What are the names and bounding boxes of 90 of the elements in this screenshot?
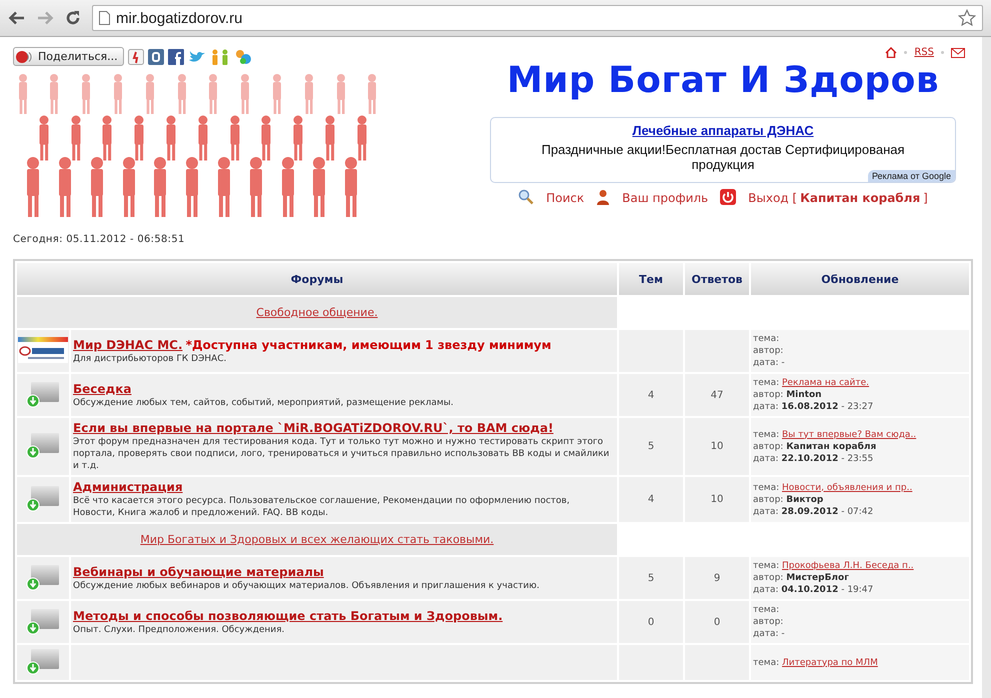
reply-count: 10 bbox=[710, 441, 724, 452]
user-menu-link[interactable]: Поиск bbox=[546, 189, 584, 205]
last-topic-link[interactable]: Реклама на сайте. bbox=[782, 378, 870, 388]
forum-title-link[interactable]: Беседка bbox=[73, 382, 132, 396]
topic-count: 5 bbox=[648, 441, 654, 452]
user-icon bbox=[596, 189, 610, 205]
ad-badge: Реклама от Google bbox=[868, 170, 955, 182]
update-label: дата: bbox=[753, 454, 779, 464]
update-label: автор: bbox=[753, 573, 784, 583]
forum-logo-image bbox=[18, 336, 68, 362]
last-author: Виктор bbox=[786, 494, 824, 504]
topic-count: 4 bbox=[648, 494, 654, 505]
forum-title-link[interactable]: Мир DЭНАС МС. bbox=[73, 338, 183, 352]
update-label: дата: bbox=[753, 402, 779, 412]
back-icon[interactable] bbox=[8, 10, 26, 26]
last-author: Капитан корабля bbox=[786, 442, 876, 452]
last-author: МистерБлог bbox=[786, 573, 849, 583]
category-link[interactable]: Свободное общение. bbox=[256, 306, 378, 319]
social-icon[interactable] bbox=[148, 48, 164, 64]
reply-count: 47 bbox=[710, 390, 724, 400]
ad-title-link[interactable]: Лечебные аппараты ДЭНАС bbox=[632, 123, 814, 138]
update-label: тема: bbox=[753, 482, 780, 492]
column-header: Ответов bbox=[685, 263, 749, 295]
reload-icon[interactable] bbox=[64, 9, 82, 27]
last-topic-link[interactable]: Новости, объявления и пр.. bbox=[782, 482, 912, 492]
reply-count: 10 bbox=[710, 494, 724, 505]
last-topic-link[interactable]: Вы тут впервые? Вам сюда.. bbox=[782, 430, 916, 440]
update-label: автор: bbox=[753, 390, 784, 400]
speaker-icon bbox=[16, 50, 32, 64]
forum-title-link[interactable]: Администрация bbox=[73, 480, 183, 494]
power-icon bbox=[720, 189, 736, 205]
column-header: Форумы bbox=[17, 263, 617, 295]
forum-title-link[interactable]: Вебинары и обучающие материалы bbox=[73, 564, 324, 578]
search-icon bbox=[518, 189, 534, 205]
ad-text: Праздничные акции!Бесплатная достав Сертифицированая продукция bbox=[540, 142, 906, 172]
share-button[interactable]: Поделиться... bbox=[13, 47, 124, 66]
last-author: Minton bbox=[786, 390, 822, 400]
update-label: автор: bbox=[753, 494, 784, 504]
page-icon bbox=[99, 11, 110, 25]
update-label: дата: - bbox=[753, 358, 785, 368]
last-date: 04.10.2012 - 19:47 bbox=[781, 585, 874, 595]
topic-count: 0 bbox=[648, 616, 654, 628]
social-icon[interactable] bbox=[168, 48, 184, 64]
site-title: Мир Богат И Здоров bbox=[506, 60, 940, 101]
forum-description: Всё что касается этого ресурса. Пользовательское соглашение, Рекомендации по оформлению постов, Новости, Книга жалоб и предложений. FAQ. BB коды. bbox=[73, 495, 571, 519]
forum-title-link[interactable]: Если вы впервые на портале `MiR.BOGATiZDOROV.RU`, то ВАМ сюда! bbox=[73, 421, 554, 435]
update-label: автор: bbox=[753, 442, 784, 452]
update-label: тема: bbox=[753, 561, 780, 571]
update-label: дата: - bbox=[753, 629, 785, 639]
social-icon[interactable] bbox=[128, 48, 144, 64]
reply-count: 0 bbox=[714, 616, 720, 628]
current-date: Сегодня: 05.11.2012 - 06:58:51 bbox=[13, 234, 186, 245]
chat-people-icon[interactable] bbox=[234, 48, 252, 64]
last-topic-link[interactable]: Литература по МЛМ bbox=[782, 658, 878, 668]
update-label: дата: bbox=[753, 585, 779, 595]
forum-description: Обсуждение любых вебинаров и обучающих материалов. Объявления и приглашения к участию. bbox=[73, 580, 540, 592]
update-label: автор: bbox=[753, 346, 784, 356]
user-menu-link[interactable]: Выход [Капитан корабля] bbox=[748, 189, 928, 205]
update-label: тема: bbox=[753, 334, 780, 344]
access-note: *Доступна участникам, имеющим 1 звезду минимум bbox=[186, 338, 552, 352]
address-bar[interactable]: mir.bogatizdorov.ru bbox=[92, 5, 983, 31]
forum-title-link[interactable]: Методы и способы позволяющие стать Богатым и Здоровым. bbox=[73, 608, 503, 622]
update-label: тема: bbox=[753, 378, 780, 388]
last-date: 16.08.2012 - 23:27 bbox=[781, 402, 874, 412]
update-label: дата: bbox=[753, 506, 779, 516]
forum-description: Для дистрибьюторов ГК DЭНАС. bbox=[73, 352, 228, 364]
forum-folder-icon bbox=[26, 646, 60, 676]
update-label: тема: bbox=[753, 658, 780, 668]
update-label: тема: bbox=[753, 605, 780, 615]
column-header: Обновление bbox=[751, 263, 969, 295]
forum-description: Опыт. Слухи. Предположения. Обсуждения. bbox=[73, 624, 286, 636]
ad-banner[interactable]: Лечебные аппараты ДЭНАС Праздничные акции!Бесплатная достав Сертифицированая продукция Реклама от Google bbox=[490, 117, 956, 183]
reply-count: 9 bbox=[714, 572, 720, 584]
forum-description: Этот форум предназначен для тестирования кода. Тут и только тут можно и нужно тестировать скрипт этого портала, проверять свои подписи, лого, тренироваться и учиться правильно использовать BB коды и смайлики и т.д. bbox=[73, 436, 610, 472]
rss-link[interactable]: RSS bbox=[914, 47, 934, 58]
update-label: тема: bbox=[753, 430, 780, 440]
forum-folder-icon bbox=[26, 483, 60, 513]
forum-folder-icon bbox=[26, 430, 60, 460]
last-topic-link[interactable]: Прокофьева Л.Н. Беседа п.. bbox=[782, 561, 914, 571]
user-menu-link[interactable]: Ваш профиль bbox=[622, 189, 708, 205]
last-date: 28.09.2012 - 07:42 bbox=[781, 506, 874, 516]
topic-count: 4 bbox=[648, 390, 654, 400]
forum-description: Обсуждение любых тем, сайтов, событий, мероприятий, размещение рекламы. bbox=[73, 396, 454, 408]
update-label: автор: bbox=[753, 617, 784, 627]
mail-icon[interactable] bbox=[951, 48, 965, 58]
home-icon[interactable] bbox=[885, 47, 898, 58]
column-header: Тем bbox=[619, 263, 683, 295]
star-icon[interactable] bbox=[958, 9, 976, 27]
topic-count: 5 bbox=[648, 572, 654, 584]
last-date: 22.10.2012 - 23:55 bbox=[781, 454, 874, 464]
